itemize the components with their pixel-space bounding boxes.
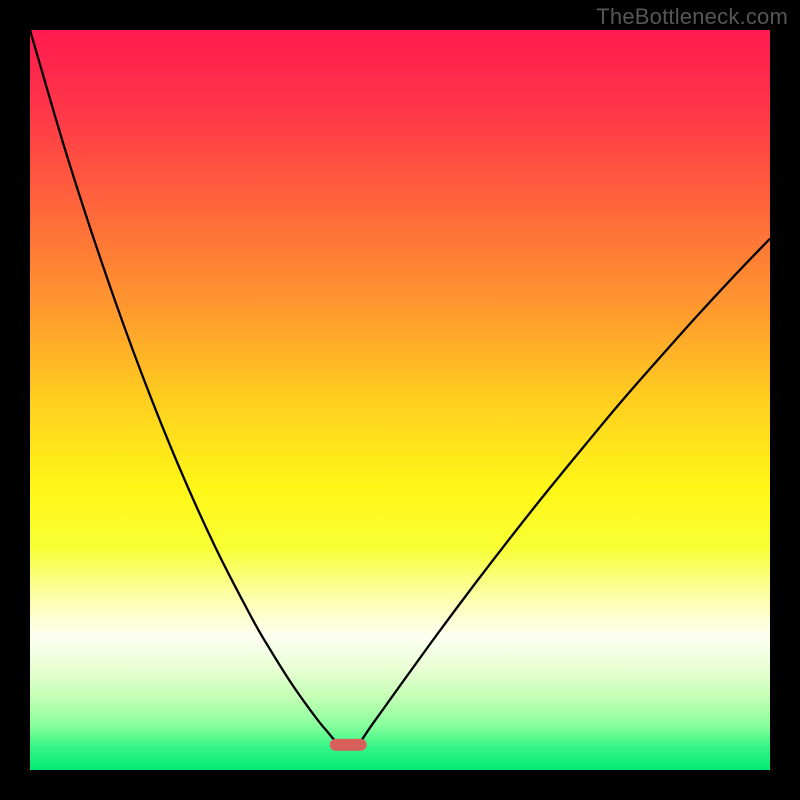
watermark-text: TheBottleneck.com [596,4,788,30]
bottleneck-chart [30,30,770,770]
gradient-background [30,30,770,770]
optimal-marker [330,739,367,751]
chart-frame: TheBottleneck.com [0,0,800,800]
